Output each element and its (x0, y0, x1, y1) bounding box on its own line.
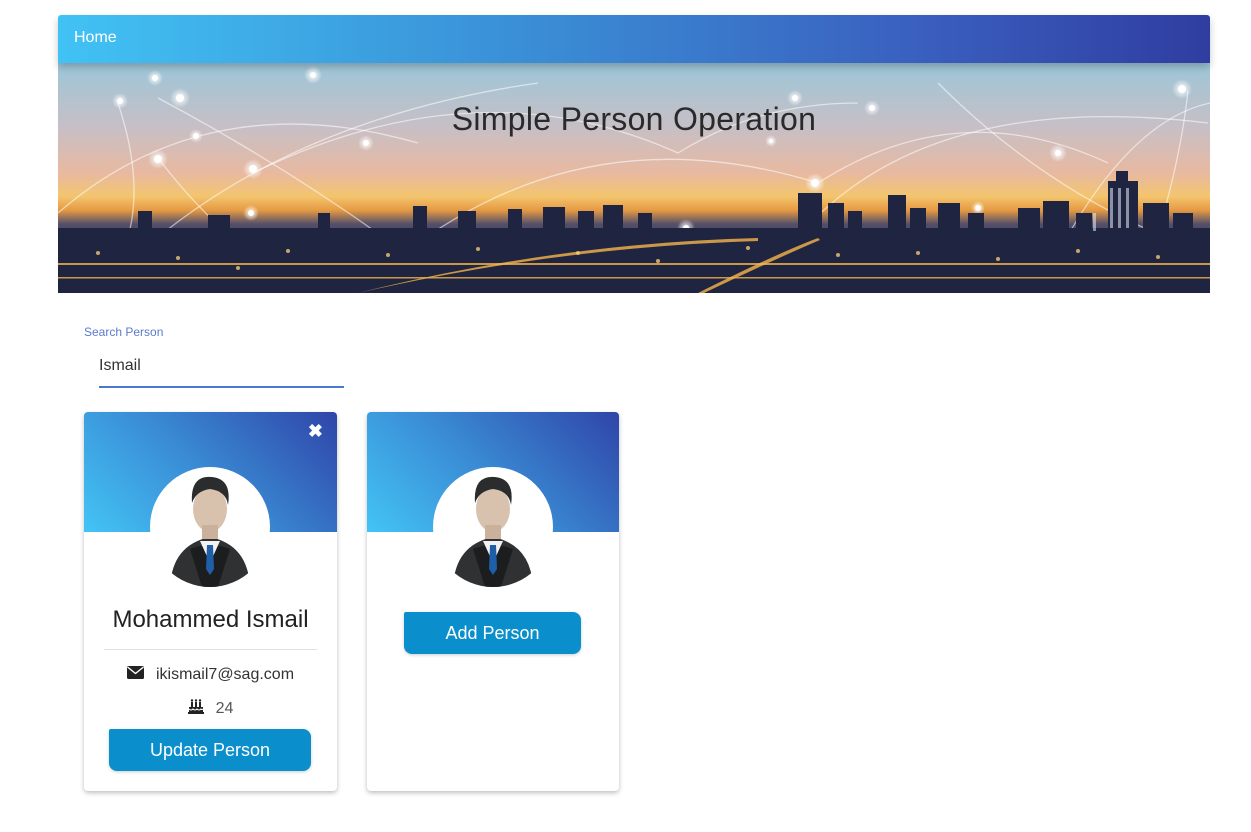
avatar (433, 467, 553, 587)
add-person-card: Add Person (367, 412, 619, 791)
top-navbar: Home (58, 15, 1210, 63)
add-person-button[interactable]: Add Person (404, 612, 581, 654)
update-person-button[interactable]: Update Person (109, 729, 311, 771)
search-label: Search Person (84, 325, 164, 339)
city-skyline-image (58, 66, 1210, 293)
birthday-cake-icon (187, 699, 204, 719)
banner-title: Simple Person Operation (451, 101, 817, 137)
close-icon[interactable]: ✖ (308, 422, 323, 440)
email-row: ikismail7@sag.com (84, 666, 337, 684)
envelope-icon (126, 666, 144, 684)
person-avatar-icon (453, 476, 533, 587)
avatar (150, 467, 270, 587)
age-row: 24 (84, 699, 337, 719)
divider (104, 649, 317, 650)
search-input[interactable] (99, 346, 344, 388)
person-card: ✖ Mohammed Ismail ikismail7@sag.com 24 U… (84, 412, 337, 791)
person-avatar-icon (170, 476, 250, 587)
person-age: 24 (215, 700, 234, 717)
person-name: Mohammed Ismail (112, 606, 309, 633)
hero-banner: Simple Person Operation (58, 63, 1210, 293)
nav-home-link[interactable]: Home (74, 29, 117, 47)
person-email: ikismail7@sag.com (155, 666, 295, 683)
